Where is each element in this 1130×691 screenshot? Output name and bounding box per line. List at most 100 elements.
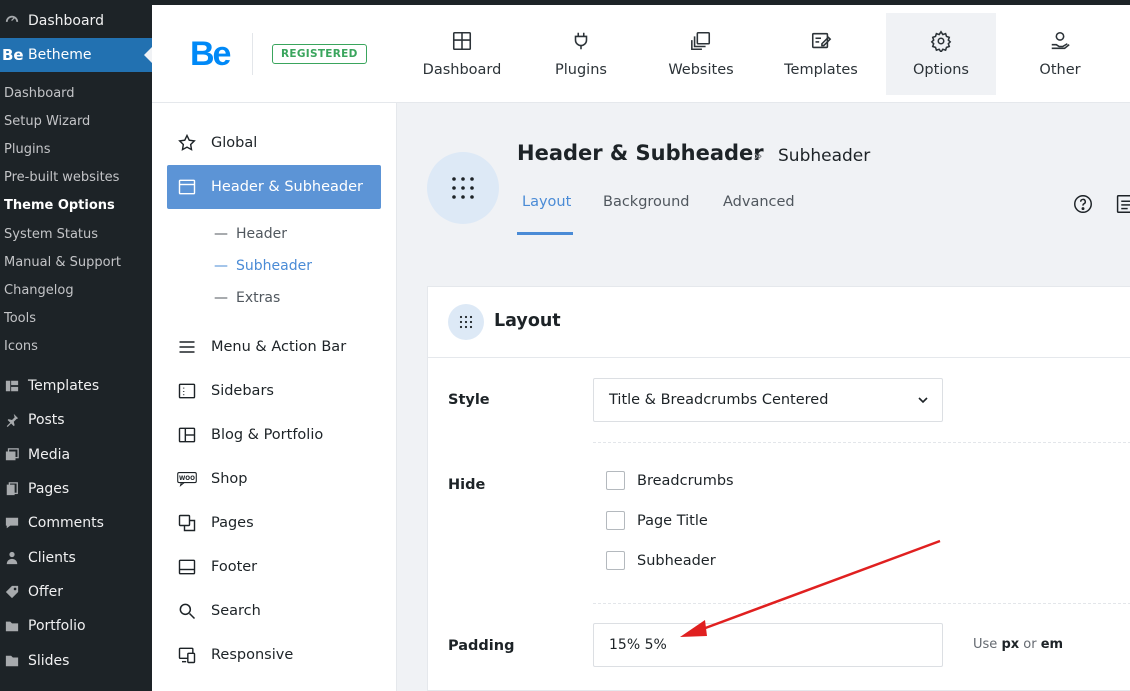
wp-menu-comments[interactable]: Comments (0, 506, 152, 540)
wp-menu-label: Offer (28, 583, 64, 600)
tab-advanced[interactable]: Advanced (723, 194, 795, 210)
wp-submenu-item[interactable]: Manual & Support (0, 248, 152, 276)
padding-input-value: 15% 5% (609, 637, 667, 653)
options-item-sidebars[interactable]: Sidebars (167, 369, 381, 413)
hide-page-title-checkbox[interactable] (606, 511, 625, 530)
responsive-icon (177, 645, 197, 665)
top-nav-label: Options (913, 62, 969, 78)
card-badge (448, 304, 484, 340)
top-nav-plugins[interactable]: Plugins (526, 13, 636, 95)
wp-menu-label: Media (28, 446, 71, 463)
media-icon (4, 447, 20, 463)
wp-submenu-item[interactable]: Dashboard (0, 79, 152, 107)
layout-card: Layout Style Title & Breadcrumbs Centere… (427, 286, 1130, 691)
wp-submenu-item[interactable]: Changelog (0, 276, 152, 304)
options-item-label: Global (211, 135, 258, 151)
folder-icon (4, 618, 20, 634)
sidebar-icon (177, 381, 197, 401)
options-item-label: Footer (211, 559, 258, 575)
hide-subheader-checkbox[interactable] (606, 551, 625, 570)
options-item-pages[interactable]: Pages (167, 501, 381, 545)
tab-background[interactable]: Background (603, 194, 690, 210)
tab-layout[interactable]: Layout (522, 194, 571, 210)
slides-icon (4, 653, 20, 669)
hint-text: or (1023, 637, 1037, 652)
top-nav-websites[interactable]: Websites (646, 13, 756, 95)
options-item-label: Pages (211, 515, 254, 531)
options-item-search[interactable]: Search (167, 589, 381, 633)
svg-text:WOO: WOO (179, 476, 195, 482)
options-item-label: Blog & Portfolio (211, 427, 324, 443)
help-icon[interactable] (1072, 193, 1094, 215)
wp-menu-label: Dashboard (28, 13, 104, 29)
user-hand-icon (1051, 31, 1070, 50)
checkbox-label: Page Title (637, 512, 708, 529)
wp-submenu-item[interactable]: Tools (0, 305, 152, 333)
top-nav-label: Plugins (555, 62, 607, 78)
wp-menu-portfolio[interactable]: Portfolio (0, 609, 152, 643)
options-item-menu-action-bar[interactable]: Menu & Action Bar (167, 325, 381, 369)
chevron-down-icon (918, 397, 928, 404)
hide-breadcrumbs-checkbox[interactable] (606, 471, 625, 490)
padding-input[interactable]: 15% 5% (593, 623, 943, 667)
page-title: Header & Subheader (517, 141, 764, 165)
search-icon (177, 601, 197, 621)
wp-admin-sidebar: Dashboard Be Betheme Dashboard Setup Wiz… (0, 0, 152, 691)
main-content: Header & Subheader » Subheader Layout Ba… (397, 103, 1130, 691)
top-nav-options[interactable]: Options (886, 13, 996, 95)
options-subitem-label: Header (236, 226, 287, 242)
wp-submenu-item-active[interactable]: Theme Options (0, 192, 152, 220)
top-nav-other[interactable]: Other (1005, 13, 1115, 95)
top-nav-dashboard[interactable]: Dashboard (407, 13, 517, 95)
hint-text: Use (973, 637, 998, 652)
wp-submenu-item[interactable]: Icons (0, 333, 152, 361)
hide-label: Hide (448, 477, 486, 493)
templates-icon (811, 32, 832, 49)
betheme-logo[interactable]: Be (190, 35, 231, 74)
wp-menu-dashboard[interactable]: Dashboard (0, 0, 152, 38)
templates-icon (4, 378, 20, 394)
hide-breadcrumbs-option[interactable]: Breadcrumbs (606, 471, 734, 490)
options-item-label: Shop (211, 471, 248, 487)
options-item-footer[interactable]: Footer (167, 545, 381, 589)
wp-menu-label: Templates (28, 378, 100, 395)
options-item-responsive[interactable]: Responsive (167, 633, 381, 677)
page-badge (427, 152, 499, 224)
wp-menu-templates[interactable]: Templates (0, 369, 152, 403)
options-item-header-subheader[interactable]: Header & Subheader (167, 165, 381, 209)
wp-menu-offer[interactable]: Offer (0, 575, 152, 609)
wp-menu-betheme[interactable]: Be Betheme (0, 38, 152, 72)
options-item-blog-portfolio[interactable]: Blog & Portfolio (167, 413, 381, 457)
wp-submenu-item[interactable]: System Status (0, 220, 152, 248)
comment-icon (4, 515, 20, 531)
wp-submenu-item[interactable]: Setup Wizard (0, 107, 152, 135)
header-divider (252, 33, 253, 75)
options-item-shop[interactable]: WOO Shop (167, 457, 381, 501)
hide-subheader-option[interactable]: Subheader (606, 551, 716, 570)
wp-submenu-item[interactable]: Plugins (0, 135, 152, 163)
options-subitem-extras[interactable]: — Extras (214, 290, 280, 306)
wp-menu-slides[interactable]: Slides (0, 643, 152, 677)
plug-icon (574, 32, 588, 50)
options-subitem-subheader[interactable]: — Subheader (214, 258, 312, 274)
hide-page-title-option[interactable]: Page Title (606, 511, 708, 530)
grid-dots-icon (452, 177, 474, 199)
wp-menu-clients[interactable]: Clients (0, 540, 152, 574)
wp-submenu-item[interactable]: Pre-built websites (0, 164, 152, 192)
wp-menu-media[interactable]: Media (0, 438, 152, 472)
pin-icon (4, 412, 20, 428)
style-label: Style (448, 392, 490, 408)
notes-icon[interactable] (1115, 193, 1130, 215)
wp-menu-pages[interactable]: Pages (0, 472, 152, 506)
options-item-global[interactable]: Global (167, 121, 381, 165)
websites-icon (691, 31, 711, 51)
options-subitem-header[interactable]: — Header (214, 226, 287, 242)
grid-dots-icon (459, 315, 473, 329)
hint-unit-em: em (1040, 637, 1064, 652)
style-select[interactable]: Title & Breadcrumbs Centered (593, 378, 943, 422)
pages-icon (4, 481, 20, 497)
betheme-logo-icon: Be (2, 46, 24, 64)
wp-menu-posts[interactable]: Posts (0, 403, 152, 437)
dashboard-icon (4, 13, 20, 29)
top-nav-templates[interactable]: Templates (766, 13, 876, 95)
